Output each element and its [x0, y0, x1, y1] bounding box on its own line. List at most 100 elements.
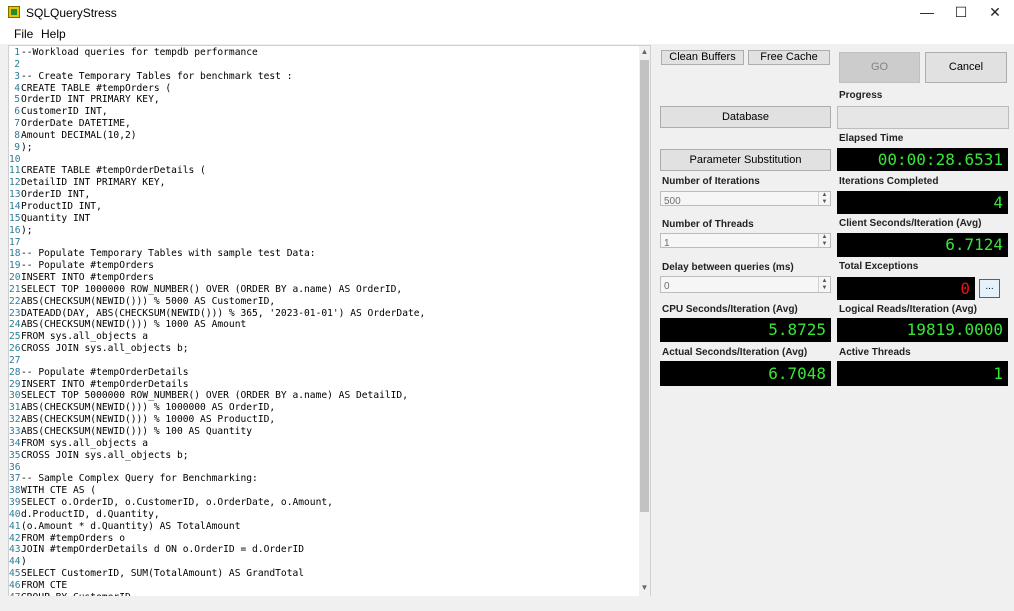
- code-line: 41(o.Amount * d.Quantity) AS TotalAmount: [9, 521, 639, 533]
- line-number: 19: [9, 260, 21, 272]
- clean-buffers-button[interactable]: Clean Buffers: [661, 50, 744, 65]
- exceptions-detail-button[interactable]: ...: [979, 279, 1000, 298]
- code-line: 16);: [9, 225, 639, 237]
- go-button[interactable]: GO: [839, 52, 920, 83]
- code-text: FROM sys.all_objects a: [21, 331, 149, 343]
- code-line: 2: [9, 59, 639, 71]
- code-line: 44): [9, 556, 639, 568]
- code-line: 35CROSS JOIN sys.all_objects b;: [9, 450, 639, 462]
- number-of-iterations-label: Number of Iterations: [662, 176, 760, 187]
- iterations-input[interactable]: 500 ▲ ▼: [660, 191, 831, 207]
- code-line: 43JOIN #tempOrderDetails d ON o.OrderID …: [9, 544, 639, 556]
- scroll-down-arrow-icon[interactable]: ▼: [639, 583, 650, 592]
- code-text: Quantity INT: [21, 212, 91, 224]
- code-text: ABS(CHECKSUM(NEWID())) % 10000 AS Produc…: [21, 414, 276, 426]
- code-text: ABS(CHECKSUM(NEWID())) % 5000 AS Custome…: [21, 295, 276, 307]
- line-number: 36: [9, 461, 21, 473]
- app-icon: [8, 6, 20, 18]
- threads-value: 1: [664, 238, 670, 249]
- spin-up-icon[interactable]: ▲: [819, 277, 830, 285]
- scroll-up-arrow-icon[interactable]: ▲: [639, 47, 650, 56]
- code-text: FROM #tempOrders o: [21, 532, 125, 544]
- line-number: 44: [9, 556, 21, 568]
- code-line: 38WITH CTE AS (: [9, 485, 639, 497]
- code-line: 15Quantity INT: [9, 213, 639, 225]
- line-number: 28: [9, 366, 21, 378]
- code-text: SELECT TOP 5000000 ROW_NUMBER() OVER (OR…: [21, 390, 408, 402]
- code-text: CROSS JOIN sys.all_objects b;: [21, 449, 189, 461]
- line-number: 43: [9, 544, 21, 556]
- delay-spinner[interactable]: ▲ ▼: [818, 277, 830, 292]
- line-number: 6: [14, 106, 20, 118]
- iterations-completed-display: 4: [837, 191, 1008, 214]
- menu-help[interactable]: Help: [41, 27, 66, 41]
- line-number: 33: [9, 426, 21, 437]
- cpu-seconds-display: 5.8725: [660, 318, 831, 342]
- code-text: -- Create Temporary Tables for benchmark…: [21, 70, 293, 82]
- menu-bar: File Help: [0, 24, 1014, 44]
- close-button[interactable]: ✕: [978, 0, 1012, 24]
- client-seconds-label: Client Seconds/Iteration (Avg): [839, 218, 982, 229]
- code-line: 4CREATE TABLE #tempOrders (: [9, 83, 639, 95]
- menu-file[interactable]: File: [14, 27, 33, 41]
- database-button[interactable]: Database: [660, 106, 831, 128]
- code-line: 32ABS(CHECKSUM(NEWID())) % 10000 AS Prod…: [9, 414, 639, 426]
- threads-input[interactable]: 1 ▲ ▼: [660, 233, 831, 249]
- scrollbar-thumb[interactable]: [640, 60, 649, 512]
- code-line: 27: [9, 355, 639, 367]
- code-text: INSERT INTO #tempOrderDetails: [21, 378, 189, 390]
- line-number: 20: [9, 272, 21, 284]
- line-number: 16: [9, 224, 21, 236]
- minimize-button[interactable]: —: [910, 0, 944, 24]
- code-line: 13OrderID INT,: [9, 189, 639, 201]
- line-number: 12: [9, 177, 21, 189]
- line-number: 25: [9, 331, 21, 343]
- code-line: 24ABS(CHECKSUM(NEWID())) % 1000 AS Amoun…: [9, 319, 639, 331]
- code-text: JOIN #tempOrderDetails d ON o.OrderID = …: [21, 544, 305, 556]
- threads-spinner[interactable]: ▲ ▼: [818, 234, 830, 247]
- code-line: 10: [9, 154, 639, 166]
- cancel-button[interactable]: Cancel: [925, 52, 1007, 83]
- free-cache-button[interactable]: Free Cache: [748, 50, 830, 65]
- code-line: 20INSERT INTO #tempOrders: [9, 272, 639, 284]
- code-line: 7OrderDate DATETIME,: [9, 118, 639, 130]
- code-line: 34FROM sys.all_objects a: [9, 438, 639, 450]
- line-number: 15: [9, 212, 21, 224]
- code-line: 3-- Create Temporary Tables for benchmar…: [9, 71, 639, 83]
- code-text: (o.Amount * d.Quantity) AS TotalAmount: [21, 520, 241, 532]
- query-editor[interactable]: 1--Workload queries for tempdb performan…: [8, 45, 651, 607]
- logical-reads-display: 19819.0000: [837, 318, 1008, 342]
- code-line: 40d.ProductID, d.Quantity,: [9, 509, 639, 521]
- window-title: SQLQueryStress: [26, 6, 117, 20]
- code-line: 23DATEADD(DAY, ABS(CHECKSUM(NEWID())) % …: [9, 308, 639, 320]
- line-number: 26: [9, 343, 21, 355]
- spin-down-icon[interactable]: ▼: [819, 241, 830, 248]
- spin-down-icon[interactable]: ▼: [819, 285, 830, 293]
- parameter-substitution-button[interactable]: Parameter Substitution: [660, 149, 831, 171]
- code-text: FROM sys.all_objects a: [21, 437, 149, 449]
- maximize-button[interactable]: ☐: [944, 0, 978, 24]
- editor-vertical-scrollbar[interactable]: ▲ ▼: [639, 46, 650, 606]
- code-line: 36: [9, 462, 639, 474]
- line-number: 9: [14, 141, 20, 153]
- spin-down-icon[interactable]: ▼: [819, 199, 830, 206]
- code-text: CustomerID INT,: [21, 106, 108, 118]
- iterations-spinner[interactable]: ▲ ▼: [818, 192, 830, 205]
- line-number: 23: [9, 307, 21, 319]
- code-text: OrderID INT PRIMARY KEY,: [21, 94, 160, 106]
- code-text: --Workload queries for tempdb performanc…: [21, 47, 258, 58]
- title-bar: SQLQueryStress — ☐ ✕: [0, 0, 1014, 24]
- logical-reads-label: Logical Reads/Iteration (Avg): [839, 304, 977, 315]
- delay-input[interactable]: 0 ▲ ▼: [660, 276, 831, 293]
- progress-bar: [837, 106, 1009, 129]
- line-number: 5: [14, 94, 20, 106]
- line-number: 27: [9, 354, 21, 366]
- line-number: 35: [9, 449, 21, 461]
- code-line: 1--Workload queries for tempdb performan…: [9, 47, 639, 59]
- code-line: 25FROM sys.all_objects a: [9, 331, 639, 343]
- line-number: 30: [9, 390, 21, 402]
- code-line: 17: [9, 237, 639, 249]
- code-line: 21SELECT TOP 1000000 ROW_NUMBER() OVER (…: [9, 284, 639, 296]
- editor-horizontal-scrollbar[interactable]: [8, 596, 651, 607]
- code-line: 18-- Populate Temporary Tables with samp…: [9, 248, 639, 260]
